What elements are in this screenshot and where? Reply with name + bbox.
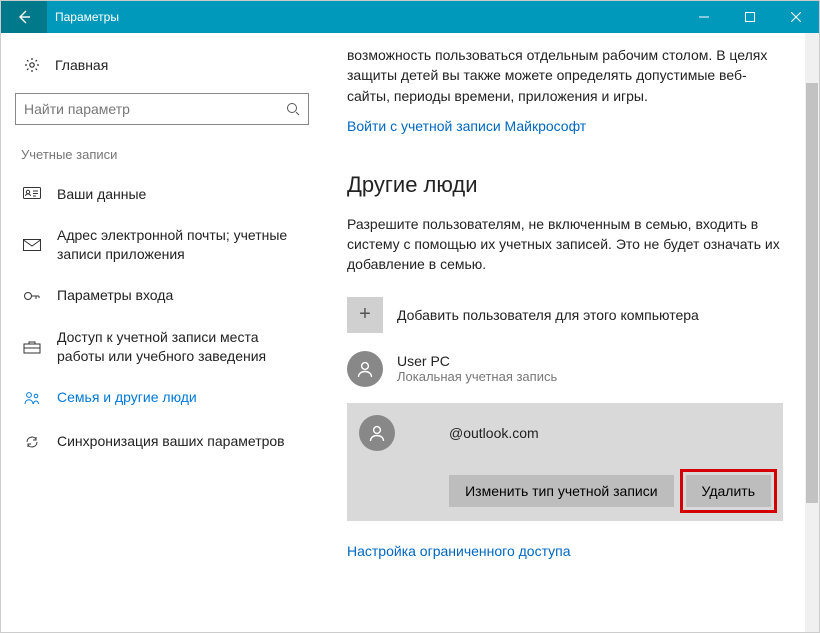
selected-user-block: @outlook.com Изменить тип учетной записи…	[347, 403, 783, 521]
sidebar-item-label: Ваши данные	[57, 185, 146, 204]
content-pane: возможность пользоваться отдельным рабоч…	[323, 33, 819, 632]
search-input[interactable]	[24, 101, 286, 117]
maximize-button[interactable]	[727, 1, 773, 33]
sidebar-item-label: Доступ к учетной записи места работы или…	[57, 328, 303, 366]
sync-icon	[21, 434, 43, 450]
person-icon	[367, 423, 387, 443]
people-icon	[21, 391, 43, 405]
home-label: Главная	[55, 57, 108, 73]
user-row-outlook[interactable]: @outlook.com	[359, 415, 771, 451]
sidebar-item-sync[interactable]: Синхронизация ваших параметров	[1, 420, 323, 464]
sidebar-item-label: Синхронизация ваших параметров	[57, 432, 285, 451]
close-button[interactable]	[773, 1, 819, 33]
plus-icon: +	[347, 297, 383, 333]
scrollbar-thumb[interactable]	[806, 83, 818, 503]
key-icon	[21, 289, 43, 303]
sidebar-item-your-info[interactable]: Ваши данные	[1, 172, 323, 216]
avatar	[347, 351, 383, 387]
user-name: User PC	[397, 353, 557, 369]
search-icon	[286, 102, 300, 116]
search-box[interactable]	[15, 93, 309, 125]
sidebar-item-email[interactable]: Адрес электронной почты; учетные записи …	[1, 216, 323, 274]
arrow-left-icon	[16, 9, 32, 25]
scrollbar-track[interactable]	[805, 33, 819, 632]
sidebar-item-work-school[interactable]: Доступ к учетной записи места работы или…	[1, 318, 323, 376]
sidebar-item-label: Адрес электронной почты; учетные записи …	[57, 226, 303, 264]
maximize-icon	[745, 12, 755, 22]
minimize-icon	[699, 12, 709, 22]
microsoft-signin-link[interactable]: Войти с учетной записи Майкрософт	[347, 118, 783, 134]
window-title: Параметры	[47, 10, 681, 24]
sidebar-item-signin-options[interactable]: Параметры входа	[1, 274, 323, 318]
user-desc: Локальная учетная запись	[397, 369, 557, 384]
other-people-title: Другие люди	[347, 172, 783, 198]
avatar	[359, 415, 395, 451]
briefcase-icon	[21, 340, 43, 354]
sidebar-item-label: Семья и другие люди	[57, 388, 197, 407]
gear-icon	[21, 57, 43, 73]
user-name: @outlook.com	[449, 425, 539, 441]
add-user-button[interactable]: + Добавить пользователя для этого компью…	[347, 297, 783, 333]
close-icon	[791, 12, 801, 22]
restricted-access-link[interactable]: Настройка ограниченного доступа	[347, 543, 783, 559]
add-user-label: Добавить пользователя для этого компьюте…	[397, 307, 699, 323]
titlebar: Параметры	[1, 1, 819, 33]
sidebar-section-label: Учетные записи	[1, 141, 323, 172]
family-intro-text: возможность пользоваться отдельным рабоч…	[347, 45, 783, 106]
sidebar: Главная Учетные записи Ваши данные Адрес…	[1, 33, 323, 632]
sidebar-item-label: Параметры входа	[57, 286, 173, 305]
change-account-type-button[interactable]: Изменить тип учетной записи	[449, 475, 673, 507]
other-people-desc: Разрешите пользователям, не включенным в…	[347, 214, 783, 275]
sidebar-item-family[interactable]: Семья и другие люди	[1, 376, 323, 420]
home-link[interactable]: Главная	[1, 51, 323, 87]
user-row-local[interactable]: User PC Локальная учетная запись	[347, 351, 783, 387]
person-icon	[355, 359, 375, 379]
minimize-button[interactable]	[681, 1, 727, 33]
id-card-icon	[21, 187, 43, 201]
mail-icon	[21, 239, 43, 251]
back-button[interactable]	[1, 1, 47, 33]
delete-user-button[interactable]: Удалить	[686, 475, 771, 507]
